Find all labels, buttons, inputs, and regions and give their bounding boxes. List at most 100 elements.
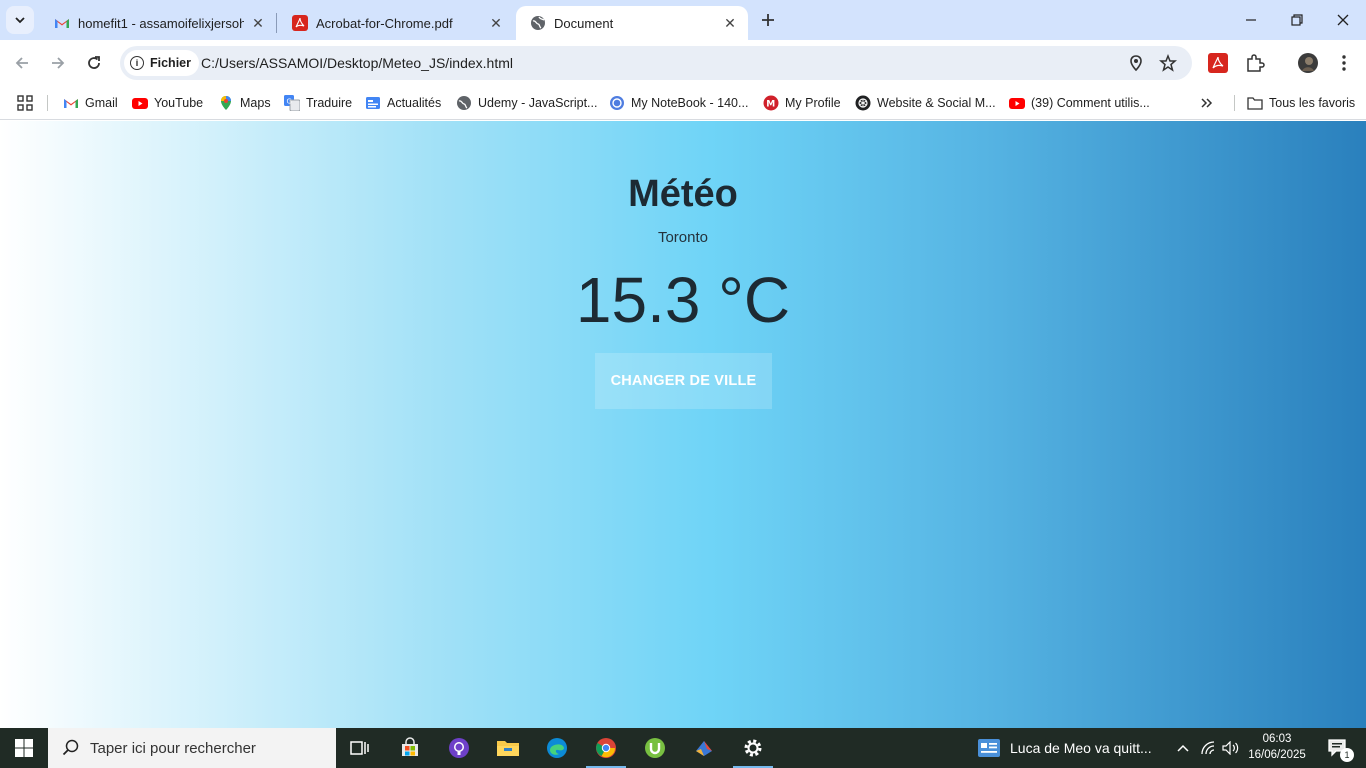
tab-acrobat[interactable]: Acrobat-for-Chrome.pdf ✕	[278, 6, 514, 40]
search-placeholder: Taper ici pour rechercher	[90, 739, 256, 757]
back-button[interactable]	[7, 48, 37, 78]
news-widget-icon	[978, 739, 1000, 757]
menu-button[interactable]	[1332, 51, 1356, 75]
bookmark-actualites[interactable]: Actualités	[365, 93, 441, 113]
taskbar-file-explorer[interactable]	[484, 728, 532, 768]
site-info-chip[interactable]: i Fichier	[124, 50, 199, 76]
taskbar-clock[interactable]: 06:03 16/06/2025	[1244, 731, 1310, 763]
edge-icon	[547, 738, 567, 758]
plus-icon	[762, 14, 774, 26]
tab-homefit[interactable]: homefit1 - assamoifelixjersohn5 ✕	[40, 6, 276, 40]
double-chevron-right-icon	[1201, 98, 1213, 108]
news-widget[interactable]: Luca de Meo va quitt...	[978, 728, 1152, 768]
more-bookmarks-button[interactable]	[1200, 93, 1214, 113]
forward-button[interactable]	[43, 48, 73, 78]
bookmark-label: YouTube	[154, 96, 204, 110]
change-city-button[interactable]: CHANGER DE VILLE	[595, 353, 772, 409]
bookmark-my-profile[interactable]: M My Profile	[763, 93, 841, 113]
reload-button[interactable]	[79, 48, 109, 78]
close-icon[interactable]: ✕	[722, 15, 738, 31]
extensions-button[interactable]	[1243, 51, 1267, 75]
acrobat-icon	[292, 15, 308, 31]
tab-title: homefit1 - assamoifelixjersohn5	[78, 15, 244, 31]
minimize-button[interactable]	[1228, 0, 1274, 40]
tab-search-button[interactable]	[6, 6, 34, 34]
restore-button[interactable]	[1274, 0, 1320, 40]
acrobat-extension-button[interactable]	[1206, 51, 1230, 75]
taskbar-edge[interactable]	[533, 728, 581, 768]
bookmarks-divider	[47, 95, 48, 111]
maps-icon	[218, 95, 234, 111]
close-icon	[1337, 14, 1349, 26]
bookmark-label: Maps	[240, 96, 271, 110]
profile-button[interactable]	[1296, 51, 1320, 75]
bookmark-website-social[interactable]: Website & Social M...	[855, 93, 996, 113]
url-text[interactable]: C:/Users/ASSAMOI/Desktop/Meteo_JS/index.…	[201, 55, 513, 71]
bookmark-label: Website & Social M...	[877, 96, 996, 110]
clock-time: 06:03	[1262, 733, 1292, 745]
taskbar-chrome[interactable]	[582, 728, 630, 768]
tab-title: Document	[554, 15, 614, 31]
globe-icon	[531, 16, 545, 30]
notification-count-badge: 1	[1340, 748, 1354, 762]
bookmark-youtube[interactable]: YouTube	[132, 93, 203, 113]
task-view-button[interactable]	[336, 728, 384, 768]
arrow-left-icon	[15, 57, 28, 69]
star-icon[interactable]	[1159, 54, 1177, 72]
avatar-icon	[1298, 53, 1318, 73]
youtube-icon	[132, 95, 148, 111]
taskbar-settings[interactable]	[729, 728, 777, 768]
taskbar-store[interactable]	[386, 728, 434, 768]
close-icon[interactable]: ✕	[250, 15, 266, 31]
tab-document[interactable]: Document ✕	[516, 6, 748, 40]
news-headline: Luca de Meo va quitt...	[1010, 740, 1152, 756]
bookmark-label: Gmail	[85, 96, 118, 110]
location-pin-icon[interactable]	[1127, 54, 1145, 72]
taskbar-search-box[interactable]: Taper ici pour rechercher	[48, 728, 336, 768]
bookmark-label: Actualités	[387, 96, 442, 110]
address-bar[interactable]: i Fichier C:/Users/ASSAMOI/Desktop/Meteo…	[120, 46, 1192, 80]
bookmark-label: My NoteBook - 140...	[631, 96, 749, 110]
show-hidden-icons-button[interactable]	[1172, 728, 1194, 768]
utorrent-icon	[645, 738, 665, 758]
apps-button[interactable]	[16, 93, 34, 113]
openai-icon	[855, 95, 871, 111]
taskbar-github-desktop[interactable]	[435, 728, 483, 768]
chrome-icon	[596, 738, 616, 758]
close-window-button[interactable]	[1320, 0, 1366, 40]
notifications-button[interactable]: 1	[1318, 728, 1358, 768]
start-button[interactable]	[0, 728, 48, 768]
network-button[interactable]	[1198, 728, 1220, 768]
bookmark-label: Udemy - JavaScript...	[478, 96, 598, 110]
bookmark-gmail[interactable]: Gmail	[63, 93, 118, 113]
folder-icon	[1247, 95, 1263, 111]
bookmark-maps[interactable]: Maps	[218, 93, 271, 113]
more-vertical-icon	[1342, 55, 1346, 71]
temperature-value: 15.3 °C	[575, 264, 791, 336]
bookmark-udemy[interactable]: Udemy - JavaScript...	[456, 93, 597, 113]
bookmark-traduire[interactable]: G Traduire	[284, 93, 352, 113]
taskbar-app[interactable]	[680, 728, 728, 768]
chevron-up-icon	[1177, 744, 1189, 752]
weather-page: Météo Toronto 15.3 °C CHANGER DE VILLE	[0, 121, 1366, 728]
bookmarks-divider	[1234, 95, 1235, 111]
arrow-right-icon	[52, 57, 65, 69]
minimize-icon	[1246, 19, 1256, 21]
new-tab-button[interactable]	[756, 8, 780, 32]
taskbar-utorrent[interactable]	[631, 728, 679, 768]
volume-button[interactable]	[1220, 728, 1242, 768]
bookmark-notebook[interactable]: My NoteBook - 140...	[609, 93, 748, 113]
news-icon	[365, 95, 381, 111]
tab-title: Acrobat-for-Chrome.pdf	[316, 15, 453, 31]
bookmark-label: My Profile	[785, 96, 841, 110]
all-bookmarks-button[interactable]: Tous les favoris	[1247, 93, 1355, 113]
apps-grid-icon	[17, 95, 33, 111]
windows-logo-icon	[15, 739, 33, 757]
close-icon[interactable]: ✕	[488, 15, 504, 31]
gmail-icon	[55, 19, 69, 28]
tab-strip: homefit1 - assamoifelixjersohn5 ✕ Acroba…	[0, 0, 1366, 40]
app-icon	[696, 741, 712, 756]
profile-icon: M	[763, 95, 779, 111]
bookmark-label: Traduire	[306, 96, 353, 110]
bookmark-comment-utilis[interactable]: (39) Comment utilis...	[1009, 93, 1150, 113]
